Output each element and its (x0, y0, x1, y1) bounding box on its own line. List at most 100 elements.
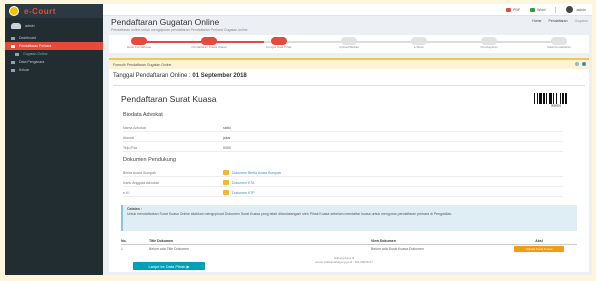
sidebar-nav: Dashboard Pendaftaran Perkara Gugatan Onli… (5, 34, 103, 74)
sidebar-item-label: Dashboard (19, 36, 37, 40)
document-link[interactable]: Dokumen Berita Acara Sumpah (223, 170, 281, 175)
collapse-icon[interactable] (575, 62, 579, 66)
breadcrumb-home[interactable]: Home (532, 19, 541, 23)
logo[interactable]: e-Court (5, 4, 103, 18)
upload-surat-kuasa-button[interactable]: Upload Surat Kuasa (514, 246, 564, 252)
sidebar-item[interactable]: Data Pengacara (5, 58, 103, 66)
step-label: Pendaftaran Kuasa Wakaf (191, 45, 227, 49)
breadcrumb-pendaftaran[interactable]: Pendaftaran (549, 19, 568, 23)
document-link-label: Dokumen KTP (232, 190, 255, 195)
folder-icon (223, 170, 229, 175)
stepper-step: Mulai Pendaftaran (109, 37, 169, 50)
list-item: Berita Acara Sumpah Dokumen Berita Acara … (123, 169, 563, 177)
field-label: e-KI (123, 190, 130, 195)
stepper-step: Data Pendaftaran (529, 37, 589, 50)
column-header: Title Dokumen (149, 238, 174, 243)
field-value: jakar (223, 135, 231, 140)
document-link-label: Dokumen Berita Acara Sumpah (232, 170, 282, 175)
step-label: Mulai Pendaftaran (126, 45, 152, 49)
divider (555, 6, 557, 13)
breadcrumb: Home Pendaftaran Gugatan (526, 19, 588, 23)
row-view: Belum ada Surat Kuasa Dokumen (371, 247, 424, 251)
step-label: Pengisi Data Pihak (266, 45, 292, 49)
menu-icon (11, 60, 15, 64)
list-item: e-KI Dokumen KTP (123, 189, 563, 197)
top-bar: PDF Word admin (103, 4, 592, 16)
section-title-advokat: Biodata Advokat (123, 112, 163, 118)
word-label: Word (537, 7, 546, 12)
avatar[interactable] (566, 6, 574, 13)
note-text: Untuk mendaftarkan Surat Kuasa Online si… (127, 211, 453, 216)
registration-date-value: 01 September 2018 (192, 73, 247, 79)
user-menu[interactable]: admin (576, 8, 586, 12)
footer-note-line: ecourt.mahkamahagung.go.id - 021-2907917… (315, 259, 373, 264)
document-link[interactable]: Dokumen KTA (223, 180, 255, 185)
page-subtitle: Pendaftaran online untuk mengajukan pend… (111, 28, 248, 32)
step-circle-icon (411, 37, 427, 45)
sidebar-item[interactable]: Pendaftaran Perkara (5, 42, 103, 50)
footer-note: Hubungi kami di ecourt.mahkamahagung.go.… (279, 256, 409, 264)
document-link[interactable]: Dokumen KTP (223, 190, 255, 195)
stepper-step: Pendaftaran Kuasa Wakaf (179, 37, 239, 50)
stepper-step: Pengisi Data Pihak (249, 37, 309, 50)
logo-text: e-Court (24, 6, 56, 16)
pdf-label: PDF (513, 7, 521, 12)
step-label: e-Skum (413, 45, 425, 49)
registration-date: Tanggal Pendaftaran Online : 01 Septembe… (113, 73, 247, 79)
progress-stepper: Mulai Pendaftaran Pendaftaran Kuasa Wakaf… (109, 35, 589, 53)
app-frame: e-Court admin Dashboard Pendaftaran Perka… (5, 4, 592, 275)
sidebar: e-Court admin Dashboard Pendaftaran Perka… (5, 4, 103, 275)
row-number: 1 (121, 247, 123, 251)
field-value: 0000 (223, 145, 231, 150)
step-label: Pembayaran (480, 45, 498, 49)
word-icon (530, 7, 536, 12)
word-button[interactable]: Word (530, 7, 546, 12)
form-panel: Formulir Pendaftaran Gugatan Online Tang… (109, 58, 589, 272)
sidebar-item-label: Pendaftaran Perkara (19, 44, 52, 48)
table-header: No. Title Dokumen View Dokumen Aksi (121, 237, 577, 245)
menu-icon (15, 52, 19, 56)
menu-icon (11, 36, 15, 40)
row-title: Belum ada Title Dokumen (149, 247, 190, 251)
field-label: Telp./Fax (123, 145, 138, 150)
document-link-label: Dokumen KTA (232, 180, 255, 185)
refresh-icon[interactable] (582, 62, 586, 66)
field-label: Alamat (123, 135, 134, 140)
folder-icon (223, 180, 229, 185)
field-label: Berita Acara Sumpah (123, 170, 157, 175)
next-button[interactable]: Lanjut ke Data Pihak ▶ (133, 262, 205, 270)
column-header: View Dokumen (371, 238, 396, 243)
menu-icon (11, 68, 15, 72)
menu-icon (11, 44, 15, 48)
form-panel-header: Formulir Pendaftaran Gugatan Online (109, 60, 589, 69)
field-label: Nama Advokat (123, 125, 146, 130)
step-circle-icon (201, 37, 217, 45)
field-value: sidiki (223, 125, 231, 130)
column-header: Aksi (535, 238, 543, 243)
section-title-surat-kuasa: Pendaftaran Surat Kuasa (121, 94, 217, 104)
step-circle-icon (271, 37, 287, 45)
stepper-step: Upload Berkas (319, 37, 379, 50)
column-header: No. (121, 238, 127, 243)
sidebar-item-label: Gugatan Online (23, 52, 48, 56)
sidebar-item[interactable]: Gugatan Online (5, 50, 103, 58)
step-circle-icon (551, 37, 567, 45)
document-table: No. Title Dokumen View Dokumen Aksi 1 Be… (121, 237, 577, 253)
step-label: Data Pendaftaran (547, 45, 571, 49)
form-panel-title: Formulir Pendaftaran Gugatan Online (113, 62, 172, 67)
barcode-icon: 0000002 (534, 93, 567, 107)
section-title-dokumen: Dokumen Pendukung (123, 157, 176, 163)
sidebar-item[interactable]: Keluar (5, 66, 103, 74)
barcode-text: 0000002 (551, 104, 562, 107)
step-circle-icon (481, 37, 497, 45)
logo-emblem-icon (9, 6, 19, 16)
list-item: Telp./Fax 0000 (123, 144, 563, 152)
sidebar-item[interactable]: Dashboard (5, 34, 103, 42)
field-label: Kartu Anggota Advokat (123, 180, 159, 185)
registration-date-label: Tanggal Pendaftaran Online : (113, 73, 193, 79)
user-panel: admin (5, 18, 103, 34)
pdf-button[interactable]: PDF (506, 7, 521, 12)
stepper-step: Pembayaran (459, 37, 519, 50)
step-circle-icon (341, 37, 357, 45)
user-name: admin (25, 24, 35, 28)
